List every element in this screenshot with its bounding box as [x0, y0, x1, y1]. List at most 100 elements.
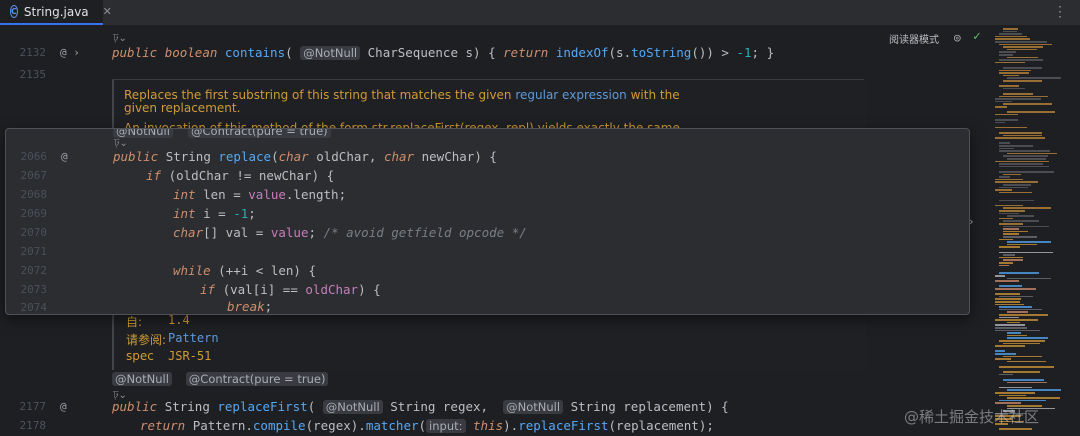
minimap-line [1003, 74, 1019, 77]
line-number: 2069 [20, 207, 48, 220]
minimap-line [999, 85, 1019, 87]
minimap-line [995, 38, 1031, 40]
minimap-line [1007, 277, 1051, 280]
minimap-line [995, 319, 1038, 321]
minimap-line [999, 51, 1016, 53]
code-line[interactable]: if (val[i] == oldChar) { [200, 282, 381, 297]
override-marker-icon[interactable]: @ [60, 400, 67, 413]
minimap-line [999, 251, 1053, 254]
code-line[interactable]: int len = value.length; [173, 187, 346, 202]
close-icon[interactable]: ✕ [103, 5, 112, 18]
minimap-line [1007, 243, 1037, 246]
minimap-line [1003, 236, 1037, 238]
minimap-line [999, 340, 1045, 342]
code-line-replace-signature[interactable]: public String replace(char oldChar, char… [113, 149, 497, 164]
eye-crossed-icon[interactable]: ◎ [954, 31, 961, 44]
doc-see-tag: 请参阅: [126, 333, 167, 347]
minimap-line [1007, 311, 1029, 313]
minimap-line [999, 186, 1028, 189]
minimap-line [1003, 225, 1049, 228]
minimap-line [995, 293, 1020, 295]
minimap-line [1003, 46, 1044, 48]
minimap-line [999, 171, 1054, 173]
minimap-line [995, 35, 1028, 38]
doc-since-value: 1.4 [168, 313, 190, 327]
code-line-return-pattern[interactable]: return Pattern.compile(regex).matcher(in… [140, 418, 714, 433]
minimap-line [999, 256, 1023, 259]
minimap-line [999, 394, 1027, 397]
minimap-line [1007, 215, 1035, 217]
minimap-line [999, 59, 1044, 61]
minimap-line [999, 72, 1029, 74]
editor-tab-bar: C String.java ✕ ⋮ [0, 0, 1080, 26]
minimap-line [999, 199, 1034, 202]
code-line-replacefirst-signature[interactable]: public String replaceFirst( @NotNull Str… [112, 399, 729, 414]
regex-link[interactable]: regular expression [515, 88, 626, 102]
line-number: 2068 [20, 188, 48, 201]
minimap-line [1003, 259, 1023, 261]
minimap-line [995, 204, 1023, 207]
chevron-right-icon[interactable]: › [968, 215, 975, 228]
minimap-line [995, 160, 1049, 163]
minimap-line [1003, 220, 1040, 222]
peek-definition-popup[interactable]: @NotNull @Contract(pure = true) ঢ়⌄ 2066… [5, 128, 970, 315]
code-line[interactable]: int i = -1; [173, 206, 256, 221]
more-options-icon[interactable]: ⋮ [1053, 4, 1067, 20]
override-marker-icon[interactable]: @ [61, 150, 68, 163]
line-number: 2073 [20, 283, 48, 296]
minimap-line [1007, 241, 1051, 243]
minimap-line [1007, 360, 1047, 363]
minimap-line [1003, 155, 1049, 157]
minimap-line [999, 264, 1010, 267]
minimap-line [1007, 48, 1038, 51]
minimap-line [1007, 397, 1060, 399]
line-number: 2074 [20, 301, 48, 314]
replacefirst-annotations: @NotNull @Contract(pure = true) [112, 372, 329, 386]
code-line[interactable]: char[] val = value; /* avoid getfield op… [173, 225, 527, 240]
minimap-line [1003, 379, 1045, 381]
minimap-line [995, 303, 1024, 306]
minimap-line [1003, 230, 1028, 233]
code-line[interactable]: if (oldChar != newChar) { [146, 168, 334, 183]
minimap-line [995, 181, 1039, 183]
check-icon: ✓ [973, 29, 981, 44]
minimap-line [995, 100, 1012, 103]
line-number: 2177 [19, 400, 47, 413]
minimap-line [999, 223, 1024, 225]
tab-string-java[interactable]: C String.java ✕ [0, 0, 112, 25]
doc-line: given replacement. [124, 101, 241, 115]
minimap-line [999, 428, 1032, 430]
minimap-line [1007, 332, 1021, 334]
code-minimap[interactable] [992, 26, 1080, 436]
minimap-line [1007, 337, 1049, 339]
minimap-line [1003, 134, 1042, 137]
line-number: 2066 [20, 150, 48, 163]
minimap-line [999, 43, 1052, 46]
minimap-line [999, 212, 1020, 215]
minimap-line [1003, 371, 1041, 373]
code-line-contains[interactable]: public boolean contains( @NotNull CharSe… [112, 45, 774, 60]
minimap-line [995, 61, 1026, 64]
minimap-line [1003, 28, 1019, 30]
minimap-line [995, 41, 1048, 43]
minimap-line [999, 132, 1043, 134]
minimap-line [1003, 173, 1021, 176]
line-number: 2178 [19, 419, 47, 432]
minimap-line [995, 329, 1041, 332]
minimap-line [995, 327, 1028, 329]
code-line[interactable]: break; [227, 299, 272, 314]
minimap-line [1007, 158, 1046, 160]
minimap-line [995, 126, 1027, 129]
minimap-line [1003, 184, 1031, 186]
reader-mode-button[interactable]: 阅读器模式 [889, 31, 939, 46]
line-number: 2067 [20, 169, 48, 182]
minimap-line [1003, 342, 1040, 345]
line-number: 2072 [20, 264, 48, 277]
override-marker-icon[interactable]: @ › [60, 46, 80, 59]
minimap-line [995, 106, 1007, 108]
doc-see-link[interactable]: Pattern [168, 331, 219, 345]
code-line[interactable]: while (++i < len) { [173, 263, 316, 278]
minimap-line [999, 246, 1021, 248]
minimap-line [999, 373, 1014, 376]
minimap-line [999, 366, 1054, 368]
